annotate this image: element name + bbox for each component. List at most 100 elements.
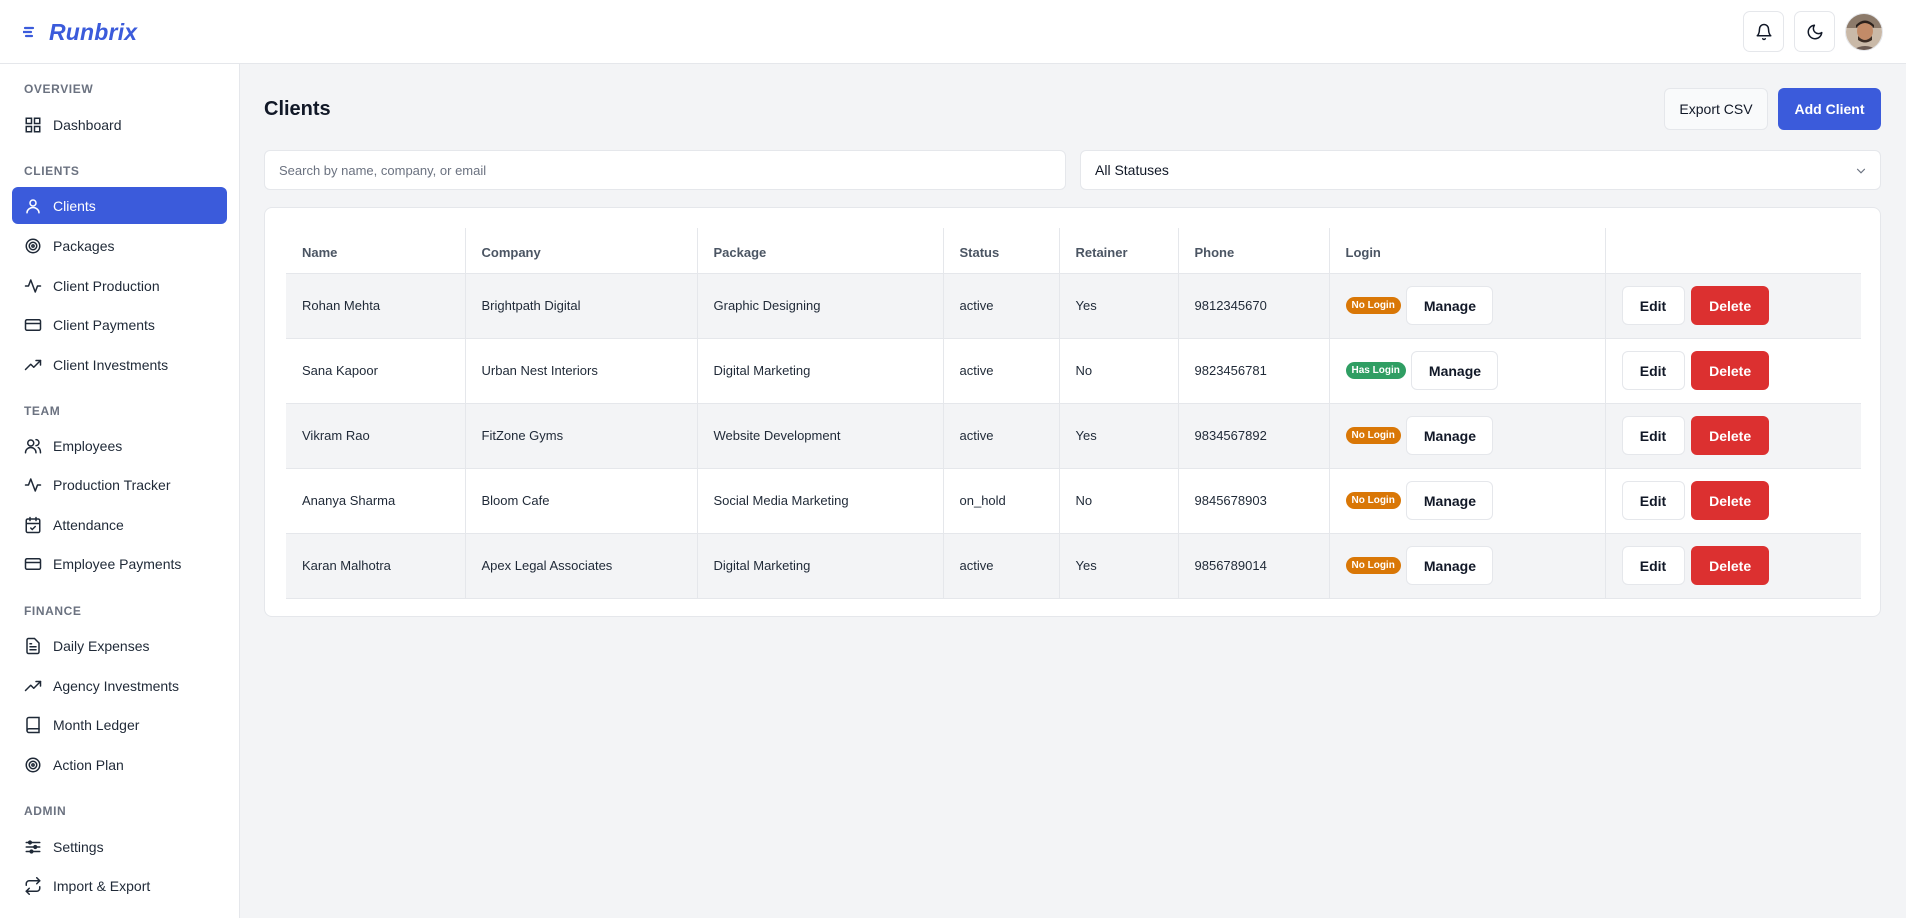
delete-button[interactable]: Delete [1691, 546, 1770, 585]
client-phone: 9834567892 [1178, 403, 1330, 469]
theme-toggle-button[interactable] [1794, 11, 1835, 52]
sidebar-item-attendance[interactable]: Attendance [12, 506, 227, 543]
login-cell: Has Login Manage [1329, 338, 1606, 404]
trending-up-icon [24, 680, 42, 691]
table-row: Rohan Mehta Brightpath Digital Graphic D… [286, 273, 1861, 339]
notifications-button[interactable] [1743, 11, 1784, 52]
status-filter-value: All Statuses [1095, 162, 1169, 178]
login-status-badge: No Login [1345, 492, 1401, 509]
brand-logo[interactable]: Runbrix [23, 17, 137, 47]
login-status-badge: No Login [1345, 427, 1401, 444]
sidebar-item-settings[interactable]: Settings [12, 828, 227, 865]
delete-button[interactable]: Delete [1691, 481, 1770, 520]
column-header-retainer[interactable]: Retainer [1059, 228, 1179, 274]
client-retainer: No [1059, 338, 1179, 404]
client-phone: 9823456781 [1178, 338, 1330, 404]
sidebar-item-client-payments[interactable]: Client Payments [12, 306, 227, 343]
runbrix-logo-icon [23, 26, 35, 38]
column-header-phone[interactable]: Phone [1178, 228, 1330, 274]
manage-login-button[interactable]: Manage [1406, 481, 1494, 520]
sidebar-item-label: Dashboard [53, 116, 122, 133]
sidebar-item-label: Employees [53, 437, 123, 454]
column-header-name[interactable]: Name [286, 228, 466, 274]
edit-button[interactable]: Edit [1621, 286, 1685, 325]
client-name: Karan Malhotra [286, 533, 466, 599]
grid-icon [25, 117, 41, 132]
sidebar-item-import-export[interactable]: Import & Export [12, 867, 227, 904]
sidebar-item-dashboard[interactable]: Dashboard [12, 106, 227, 143]
sidebar-item-agency-investments[interactable]: Agency Investments [12, 667, 227, 704]
brand-name: Runbrix [49, 18, 138, 45]
repeat-icon [25, 876, 41, 895]
bell-icon [1756, 23, 1771, 40]
export-csv-button[interactable]: Export CSV [1664, 88, 1768, 130]
sidebar-item-action-plan[interactable]: Action Plan [12, 746, 227, 783]
delete-button[interactable]: Delete [1691, 416, 1770, 455]
client-package: Graphic Designing [697, 273, 944, 339]
table-row: Sana Kapoor Urban Nest Interiors Digital… [286, 338, 1861, 404]
login-cell: No Login Manage [1329, 403, 1606, 469]
sidebar-item-label: Attendance [53, 516, 124, 533]
client-phone: 9856789014 [1178, 533, 1330, 599]
table-header-row: Name Company Package Status Retainer Pho… [286, 228, 1861, 274]
top-bar: Runbrix [0, 0, 1906, 64]
sidebar-item-packages[interactable]: Packages [12, 227, 227, 264]
edit-button[interactable]: Edit [1621, 481, 1685, 520]
sidebar-item-employee-payments[interactable]: Employee Payments [12, 545, 227, 582]
login-cell: No Login Manage [1329, 273, 1606, 339]
moon-icon [1807, 24, 1822, 39]
client-retainer: Yes [1059, 273, 1179, 339]
client-package: Digital Marketing [697, 533, 944, 599]
activity-icon [24, 278, 42, 293]
sidebar-item-employees[interactable]: Employees [12, 427, 227, 464]
sidebar-item-label: Month Ledger [53, 716, 140, 733]
actions-cell: Edit Delete [1605, 468, 1861, 534]
column-header-company[interactable]: Company [465, 228, 698, 274]
delete-button[interactable]: Delete [1691, 351, 1770, 390]
activity-icon [24, 477, 42, 492]
sidebar-item-client-production[interactable]: Client Production [12, 267, 227, 304]
column-header-login[interactable]: Login [1329, 228, 1606, 274]
users-icon [24, 438, 42, 453]
edit-button[interactable]: Edit [1621, 546, 1685, 585]
actions-cell: Edit Delete [1605, 273, 1861, 339]
manage-login-button[interactable]: Manage [1406, 416, 1494, 455]
sidebar-item-clients[interactable]: Clients [12, 187, 227, 224]
delete-button[interactable]: Delete [1691, 286, 1770, 325]
client-company: Brightpath Digital [465, 273, 698, 339]
status-filter-select[interactable]: All Statuses [1080, 150, 1881, 190]
section-label-clients: CLIENTS [24, 164, 80, 178]
manage-login-button[interactable]: Manage [1411, 351, 1499, 390]
actions-cell: Edit Delete [1605, 338, 1861, 404]
client-name: Sana Kapoor [286, 338, 466, 404]
calendar-check-icon [25, 516, 41, 533]
search-input[interactable] [264, 150, 1066, 190]
sidebar-item-daily-expenses[interactable]: Daily Expenses [12, 627, 227, 664]
table-row: Karan Malhotra Apex Legal Associates Dig… [286, 533, 1861, 599]
sidebar-item-label: Import & Export [53, 877, 151, 894]
column-header-status[interactable]: Status [943, 228, 1060, 274]
chevron-down-icon [1856, 168, 1866, 174]
book-icon [26, 716, 40, 733]
add-client-button[interactable]: Add Client [1778, 88, 1881, 130]
table-row: Vikram Rao FitZone Gyms Website Developm… [286, 403, 1861, 469]
user-avatar[interactable] [1845, 12, 1883, 51]
sidebar-item-month-ledger[interactable]: Month Ledger [12, 706, 227, 743]
sidebar-item-production-tracker[interactable]: Production Tracker [12, 466, 227, 503]
sidebar-item-label: Clients [53, 197, 96, 214]
client-package: Website Development [697, 403, 944, 469]
actions-cell: Edit Delete [1605, 533, 1861, 599]
client-company: Urban Nest Interiors [465, 338, 698, 404]
login-status-badge: No Login [1345, 557, 1401, 574]
manage-login-button[interactable]: Manage [1406, 546, 1494, 585]
edit-button[interactable]: Edit [1621, 351, 1685, 390]
file-text-icon [26, 637, 40, 654]
client-name: Rohan Mehta [286, 273, 466, 339]
page-title: Clients [264, 98, 331, 120]
sidebar-item-client-investments[interactable]: Client Investments [12, 346, 227, 383]
edit-button[interactable]: Edit [1621, 416, 1685, 455]
client-status: active [943, 403, 1060, 469]
manage-login-button[interactable]: Manage [1406, 286, 1494, 325]
client-status: active [943, 533, 1060, 599]
column-header-package[interactable]: Package [697, 228, 944, 274]
